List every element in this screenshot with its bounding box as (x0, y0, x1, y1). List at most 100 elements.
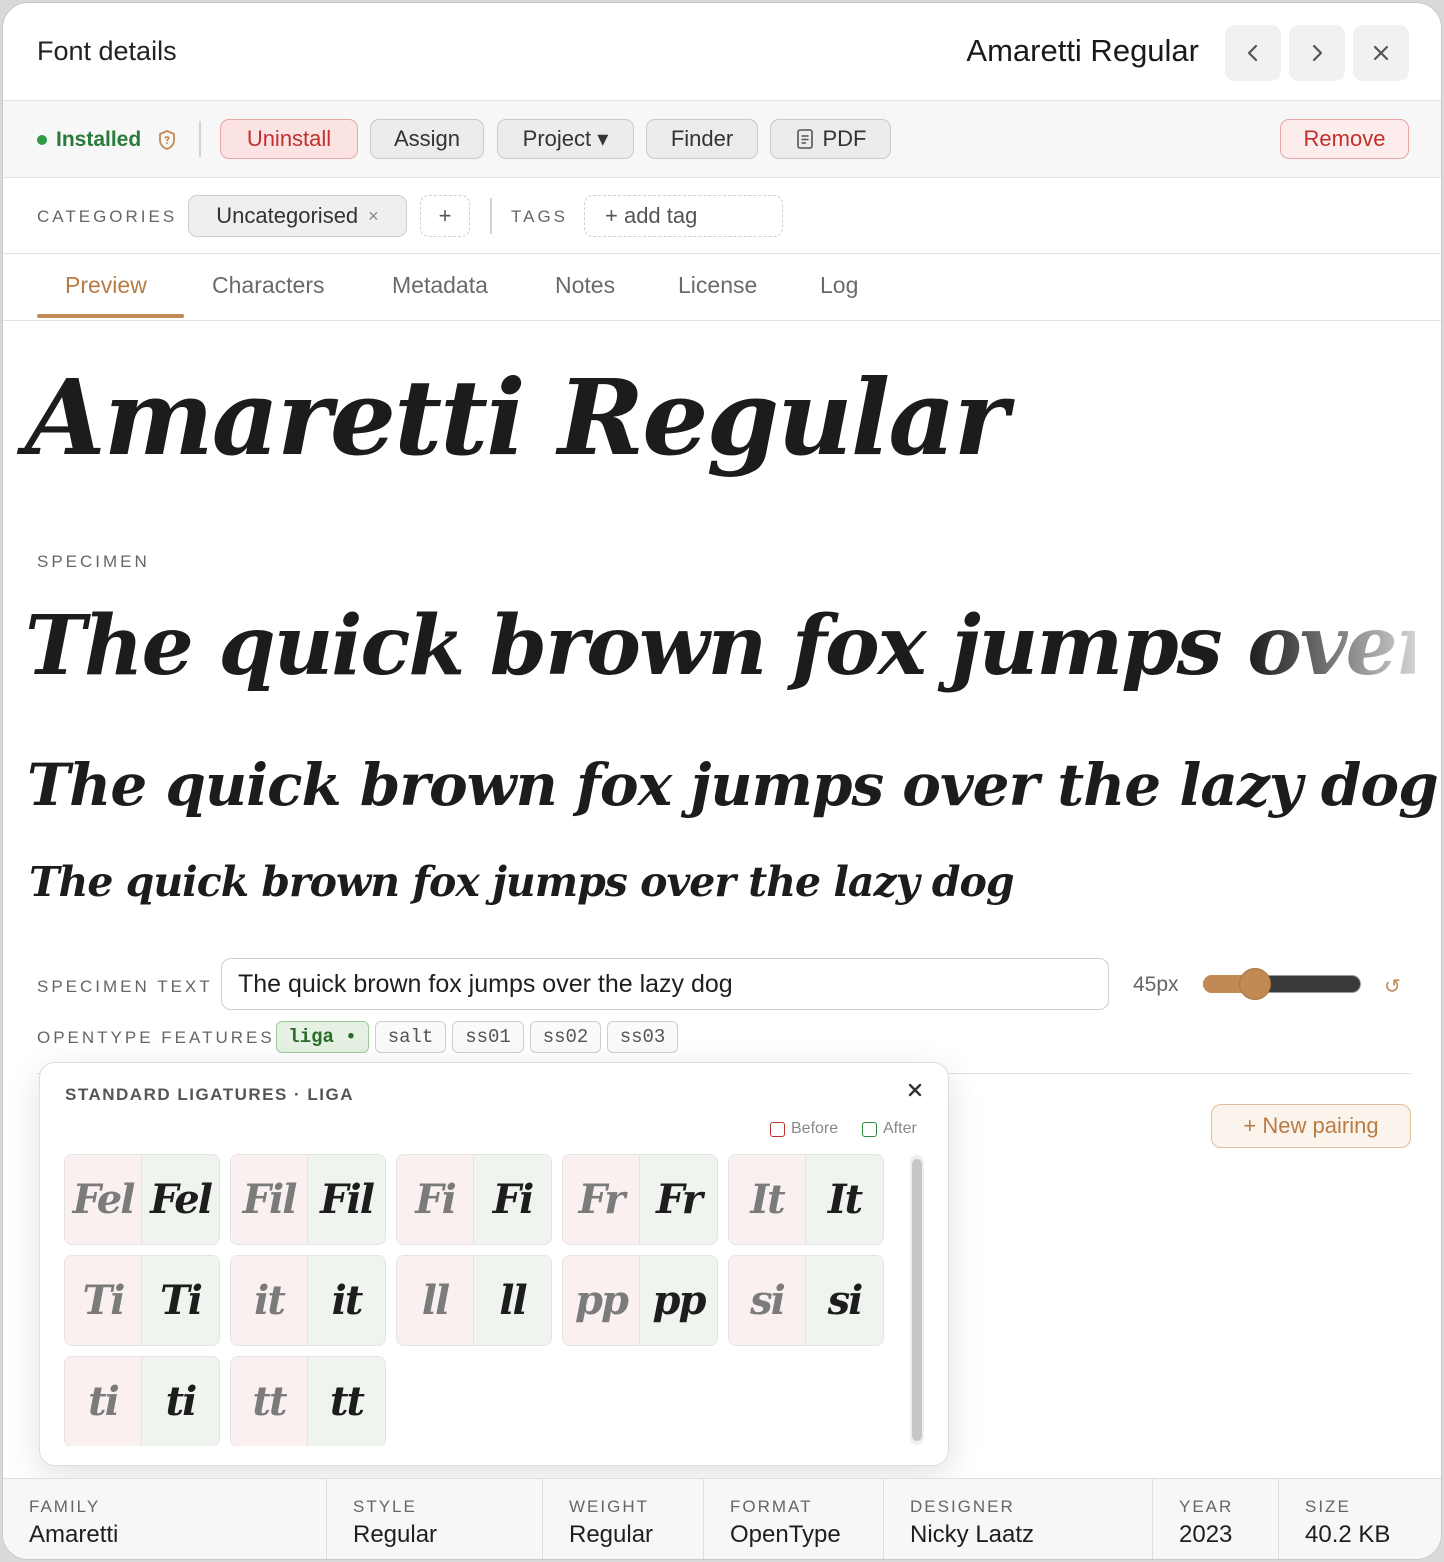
specimen-line-large: The quick brown fox jumps over the lazy … (25, 598, 1415, 694)
divider (199, 121, 201, 157)
ligature-cell: Fil Fil (230, 1154, 386, 1245)
meta-year: YEAR 2023 (1153, 1479, 1279, 1559)
new-pairing-button[interactable]: + New pairing (1211, 1104, 1411, 1148)
remove-button[interactable]: Remove (1280, 119, 1409, 159)
glyph-before: si (729, 1256, 806, 1345)
feature-liga-toggle[interactable]: liga • (276, 1021, 369, 1053)
action-bar: Installed Uninstall Assign Project ▾ Fin… (3, 101, 1441, 178)
glyph-before: tt (231, 1357, 308, 1446)
previous-font-button[interactable] (1225, 25, 1281, 81)
specimen-text-label: SPECIMEN TEXT (37, 977, 213, 996)
glyph-before: ll (397, 1256, 474, 1345)
specimen-label: SPECIMEN (37, 552, 150, 571)
remove-category-icon[interactable]: × (368, 206, 379, 227)
meta-value: 2023 (1179, 1521, 1233, 1548)
meta-value: Nicky Laatz (910, 1521, 1035, 1548)
before-swatch (770, 1121, 785, 1137)
glyph-after: ll (474, 1256, 551, 1345)
legend-after-label: After (883, 1120, 917, 1137)
glyph-before: Ti (65, 1256, 142, 1345)
glyph-before: pp (563, 1256, 640, 1345)
meta-format: FORMAT OpenType (704, 1479, 884, 1559)
glyph-before: Fr (563, 1155, 640, 1244)
font-details-window: Font details Amaretti Regular Installed … (2, 2, 1442, 1560)
tab-characters[interactable]: Characters (212, 272, 324, 299)
meta-designer: DESIGNER Nicky Laatz (884, 1479, 1153, 1559)
font-name-heading: Amaretti Regular (966, 33, 1199, 68)
glyph-after: si (806, 1256, 883, 1345)
popover-title: STANDARD LIGATURES · LIGA (65, 1085, 355, 1104)
legend-before-label: Before (791, 1120, 839, 1137)
categories-bar: CATEGORIES Uncategorised × + TAGS + add … (3, 178, 1441, 254)
glyph-before: Fil (231, 1155, 308, 1244)
glyph-before: it (231, 1256, 308, 1345)
tab-preview[interactable]: Preview (65, 272, 147, 299)
status-label: Installed (56, 128, 142, 151)
glyph-after: it (308, 1256, 385, 1345)
font-size-slider[interactable] (1203, 968, 1361, 1000)
legend-before: Before (770, 1120, 838, 1138)
active-tab-indicator (37, 314, 184, 318)
feature-ss03-toggle[interactable]: ss03 (607, 1021, 678, 1053)
add-tag-input[interactable]: + add tag (584, 195, 783, 237)
tab-notes[interactable]: Notes (555, 272, 615, 299)
specimen-line-small: The quick brown fox jumps over the lazy … (29, 858, 1015, 906)
ligature-cell: Fel Fel (64, 1154, 220, 1245)
glyph-after: Fel (142, 1155, 219, 1244)
feature-ss01-toggle[interactable]: ss01 (452, 1021, 524, 1053)
meta-key: SIZE (1305, 1497, 1351, 1516)
meta-key: YEAR (1179, 1497, 1234, 1516)
feature-salt-toggle[interactable]: salt (375, 1021, 446, 1053)
meta-value: 40.2 KB (1305, 1521, 1391, 1548)
close-window-button[interactable] (1353, 25, 1409, 81)
category-chip[interactable]: Uncategorised × (188, 195, 407, 237)
window-title: Font details (37, 36, 177, 66)
next-font-button[interactable] (1289, 25, 1345, 81)
ligature-cell: Fi Fi (396, 1154, 552, 1245)
meta-style: STYLE Regular (327, 1479, 543, 1559)
ligature-cell: tt tt (230, 1356, 386, 1446)
finder-button[interactable]: Finder (646, 119, 758, 159)
glyph-before: ti (65, 1357, 142, 1446)
assign-button[interactable]: Assign (370, 119, 484, 159)
document-icon (796, 129, 813, 149)
glyph-before: Fel (65, 1155, 142, 1244)
popover-scrollbar[interactable] (910, 1155, 924, 1445)
empty-state-fragment (947, 1223, 977, 1251)
tab-license[interactable]: License (678, 272, 757, 299)
meta-key: DESIGNER (910, 1497, 1015, 1516)
ligature-cell: si si (728, 1255, 884, 1346)
glyph-after: It (806, 1155, 883, 1244)
chevron-left-icon (1247, 44, 1258, 62)
ligature-cell: it it (230, 1255, 386, 1346)
meta-weight: WEIGHT Regular (543, 1479, 704, 1559)
ligature-cell: It It (728, 1154, 884, 1245)
scrollbar-thumb[interactable] (912, 1159, 922, 1441)
glyph-before: Fi (397, 1155, 474, 1244)
glyph-after: pp (640, 1256, 717, 1345)
pdf-button[interactable]: PDF (770, 119, 891, 159)
glyph-after: Fr (640, 1155, 717, 1244)
meta-key: STYLE (353, 1497, 417, 1516)
meta-family: FAMILY Amaretti (3, 1479, 327, 1559)
divider (490, 198, 492, 234)
glyph-after: Ti (142, 1256, 219, 1345)
add-category-button[interactable]: + (420, 195, 470, 237)
uninstall-button[interactable]: Uninstall (220, 119, 358, 159)
meta-key: WEIGHT (569, 1497, 649, 1516)
ligature-cell: ll ll (396, 1255, 552, 1346)
category-chip-label: Uncategorised (216, 203, 359, 228)
ligature-cell: Ti Ti (64, 1255, 220, 1346)
tab-log[interactable]: Log (820, 272, 858, 299)
glyph-after: Fi (474, 1155, 551, 1244)
close-icon (1373, 45, 1389, 61)
reset-size-icon[interactable]: ↺ (1384, 974, 1401, 999)
tab-metadata[interactable]: Metadata (392, 272, 488, 299)
shield-icon[interactable] (156, 129, 178, 151)
specimen-text-input[interactable] (221, 958, 1109, 1010)
project-dropdown[interactable]: Project ▾ (497, 119, 634, 159)
font-size-value: 45px (1133, 973, 1179, 996)
close-popover-icon[interactable] (906, 1081, 924, 1099)
slider-handle[interactable] (1239, 968, 1272, 1000)
feature-ss02-toggle[interactable]: ss02 (530, 1021, 601, 1053)
